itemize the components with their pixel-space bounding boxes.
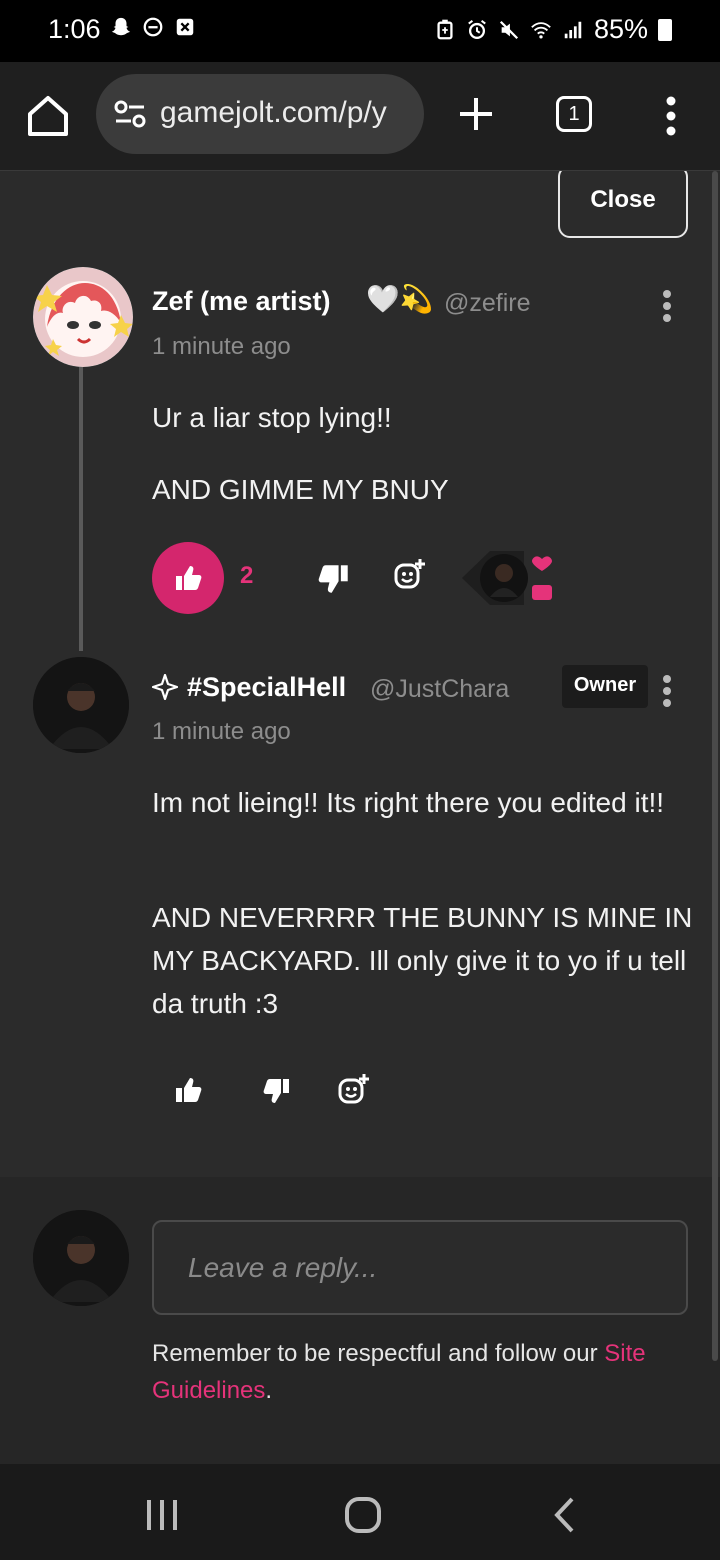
avatar[interactable] [33,657,129,753]
status-bar: 1:06 85% [0,0,720,62]
home-icon[interactable] [22,90,74,142]
url-bar[interactable]: gamejolt.com/p/y [96,74,424,154]
comment-timestamp: 1 minute ago [152,718,291,745]
reply-section: Leave a reply... Remember to be respectf… [0,1177,720,1464]
notification-box-icon [176,18,194,36]
owner-reaction-indicator [460,545,556,611]
comment-thread: Close Zef (me artist) 🤍💫 @zefire 1 minut… [0,171,720,1464]
avatar[interactable] [33,267,133,367]
recent-apps-icon[interactable] [144,1498,180,1532]
thread-line [79,361,83,651]
back-icon[interactable] [552,1496,576,1534]
like-button[interactable] [152,542,224,614]
current-user-avatar[interactable] [33,1210,129,1306]
guidelines-notice: Remember to be respectful and follow our… [152,1335,672,1409]
alarm-icon [468,19,486,39]
sparkle-icon [152,674,178,700]
home-nav-icon[interactable] [344,1496,382,1534]
thumbs-down-icon[interactable] [263,1077,291,1105]
site-settings-icon[interactable] [114,100,146,128]
browser-menu-icon[interactable] [664,96,678,136]
battery-icon [658,18,672,41]
comment-timestamp: 1 minute ago [152,333,291,360]
thumbs-down-icon[interactable] [318,563,350,595]
avatar-zefire-image [33,267,133,367]
add-reaction-icon[interactable] [394,559,426,591]
comment-author-handle[interactable]: @JustChara [370,675,509,704]
comment-options-icon[interactable] [662,675,672,707]
signal-icon [564,21,582,38]
guidelines-notice-text: Remember to be respectful and follow our [152,1340,605,1367]
add-reaction-icon[interactable] [338,1074,370,1106]
comment-author-name[interactable]: #SpecialHell [187,672,346,703]
status-left-icons [110,16,196,38]
comment-paragraph: Im not lieing!! Its right there you edit… [152,787,665,818]
comment-paragraph: AND NEVERRRR THE BUNNY IS MINE IN MY BAC… [152,902,693,1019]
thumbs-up-icon [176,566,202,590]
status-right: 85% [434,14,672,45]
new-tab-icon[interactable] [454,92,498,136]
guidelines-notice-end: . [265,1377,273,1404]
reply-input[interactable]: Leave a reply... [152,1220,688,1315]
wifi-icon [531,21,551,39]
comment-paragraph: Ur a liar stop lying!! [152,402,392,433]
snapchat-icon [111,17,131,36]
mute-icon [499,20,519,39]
close-button[interactable]: Close [558,171,688,238]
scrollbar[interactable] [712,171,718,1361]
do-not-disturb-icon [143,17,163,37]
like-count[interactable]: 2 [240,562,253,590]
comment-author-handle[interactable]: @zefire [444,289,531,318]
status-time: 1:06 [48,14,101,44]
avatar-current-user-image [33,1210,129,1306]
system-nav-bar [0,1464,720,1560]
comment-paragraph: AND GIMME MY BNUY [152,474,449,505]
thumbs-up-icon[interactable] [174,1076,202,1104]
browser-toolbar: gamejolt.com/p/y 1 [0,62,720,171]
battery-saver-icon [437,19,453,39]
owner-badge: Owner [562,665,648,708]
author-emoji: 🤍💫 [366,284,434,314]
comment-options-icon[interactable] [662,290,672,322]
owner-liked-avatar-icon [462,551,552,605]
tab-switcher-button[interactable]: 1 [556,96,592,132]
avatar-justchara-image [33,657,129,753]
comment-author-name[interactable]: Zef (me artist) [152,286,331,317]
battery-level: 85% [593,14,648,44]
url-text[interactable]: gamejolt.com/p/y [160,96,387,130]
